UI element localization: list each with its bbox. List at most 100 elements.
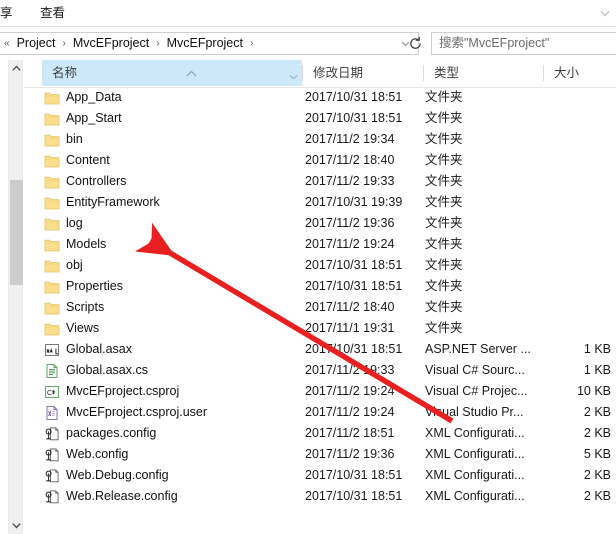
file-name[interactable]: Controllers <box>66 171 126 192</box>
file-type: XML Configurati... <box>425 447 525 461</box>
file-explorer-window: 享 查看 «Project › MvcEFproject › MvcEFproject › <box>0 0 616 534</box>
file-name[interactable]: Global.asax <box>66 339 132 360</box>
table-row[interactable]: packages.config 2017/11/2 18:51 XML Config… <box>24 423 616 444</box>
file-type: 文件夹 <box>425 279 463 293</box>
breadcrumb: «Project › MvcEFproject › MvcEFproject › <box>0 33 258 54</box>
folder-icon <box>44 111 60 127</box>
file-size: 10 KB <box>576 384 611 398</box>
breadcrumb-item-mvcefproject-inner[interactable]: MvcEFproject <box>165 36 245 50</box>
column-header-size-label: 大小 <box>554 66 580 80</box>
chevron-down-icon[interactable] <box>9 517 24 534</box>
file-date-modified: 2017/11/2 18:40 <box>305 300 395 314</box>
folder-icon <box>44 90 60 106</box>
column-header-name[interactable]: 名称 <box>42 60 302 86</box>
address-bar-row: «Project › MvcEFproject › MvcEFproject › 搜索"M… <box>0 28 616 59</box>
file-name[interactable]: MvcEFproject.csproj.user <box>66 402 207 423</box>
table-row[interactable]: Content 2017/11/2 18:40 文件夹 <box>24 150 616 171</box>
folder-icon <box>44 153 60 169</box>
file-type: ASP.NET Server ... <box>425 342 531 356</box>
chevron-down-icon[interactable] <box>598 6 612 20</box>
file-name[interactable]: App_Start <box>66 108 122 129</box>
file-name[interactable]: EntityFramework <box>66 192 160 213</box>
table-row[interactable]: Global.asax 2017/10/31 18:51 ASP.NET Serve… <box>24 339 616 360</box>
table-row[interactable]: C MvcEFproject.csproj 2017/11/2 19:24 Visua… <box>24 381 616 402</box>
xml-config-icon <box>44 426 60 442</box>
file-date-modified: 2017/11/2 19:36 <box>305 216 395 230</box>
file-date-modified: 2017/11/2 19:33 <box>305 174 395 188</box>
file-name[interactable]: log <box>66 213 83 234</box>
file-name[interactable]: Web.config <box>66 444 128 465</box>
file-size: 5 KB <box>583 447 611 461</box>
table-row[interactable]: MvcEFproject.csproj.user 2017/11/2 19:24 V… <box>24 402 616 423</box>
table-row[interactable]: EntityFramework 2017/10/31 19:39 文件夹 <box>24 192 616 213</box>
column-header-date[interactable]: 修改日期 <box>303 60 423 86</box>
table-row[interactable]: obj 2017/10/31 18:51 文件夹 <box>24 255 616 276</box>
search-input[interactable]: 搜索"MvcEFproject" <box>431 32 616 55</box>
aspnet-file-icon <box>44 342 60 358</box>
file-date-modified: 2017/11/1 19:31 <box>305 321 395 335</box>
file-date-modified: 2017/10/31 18:51 <box>305 111 403 125</box>
column-header-type[interactable]: 类型 <box>424 60 544 86</box>
file-name[interactable]: Views <box>66 318 99 339</box>
table-row[interactable]: log 2017/11/2 19:36 文件夹 <box>24 213 616 234</box>
file-date-modified: 2017/11/2 19:24 <box>305 405 395 419</box>
table-row[interactable]: Views 2017/11/1 19:31 文件夹 <box>24 318 616 339</box>
table-row[interactable]: Web.Debug.config 2017/10/31 18:51 XML Conf… <box>24 465 616 486</box>
file-name[interactable]: Web.Debug.config <box>66 465 169 486</box>
ribbon-tab-view[interactable]: 查看 <box>34 3 71 24</box>
file-type: 文件夹 <box>425 195 463 209</box>
table-row[interactable]: Models 2017/11/2 19:24 文件夹 <box>24 234 616 255</box>
file-date-modified: 2017/11/2 18:51 <box>305 426 395 440</box>
table-row[interactable]: Scripts 2017/11/2 18:40 文件夹 <box>24 297 616 318</box>
xml-config-icon <box>44 468 60 484</box>
file-size: 2 KB <box>583 489 611 503</box>
folder-icon <box>44 195 60 211</box>
ribbon-tab-share[interactable]: 享 <box>0 3 19 24</box>
table-row[interactable]: Global.asax.cs 2017/11/2 19:33 Visual C# S… <box>24 360 616 381</box>
svg-text:C: C <box>47 390 52 397</box>
file-date-modified: 2017/10/31 18:51 <box>305 90 403 104</box>
file-name[interactable]: obj <box>66 255 83 276</box>
table-row[interactable]: Controllers 2017/11/2 19:33 文件夹 <box>24 171 616 192</box>
caret-up-icon <box>186 61 197 77</box>
file-name[interactable]: App_Data <box>66 87 122 108</box>
column-header-size[interactable]: 大小 <box>544 60 616 86</box>
file-name[interactable]: packages.config <box>66 423 156 444</box>
table-row[interactable]: App_Data 2017/10/31 18:51 文件夹 <box>24 87 616 108</box>
file-type: 文件夹 <box>425 111 463 125</box>
file-name[interactable]: MvcEFproject.csproj <box>66 381 179 402</box>
file-date-modified: 2017/10/31 18:51 <box>305 468 403 482</box>
chevron-up-icon[interactable] <box>9 60 24 77</box>
file-name[interactable]: Global.asax.cs <box>66 360 148 381</box>
table-row[interactable]: Web.config 2017/11/2 19:36 XML Configurati… <box>24 444 616 465</box>
file-date-modified: 2017/10/31 18:51 <box>305 342 403 356</box>
file-name[interactable]: Scripts <box>66 297 104 318</box>
file-name[interactable]: Content <box>66 150 110 171</box>
address-bar[interactable]: «Project › MvcEFproject › MvcEFproject › <box>0 32 419 55</box>
file-name[interactable]: Models <box>66 234 106 255</box>
chevron-down-icon[interactable] <box>289 69 298 80</box>
file-name[interactable]: bin <box>66 129 83 150</box>
refresh-icon[interactable] <box>404 32 426 55</box>
table-row[interactable]: App_Start 2017/10/31 18:51 文件夹 <box>24 108 616 129</box>
file-date-modified: 2017/11/2 19:36 <box>305 447 395 461</box>
table-row[interactable]: Properties 2017/10/31 18:51 文件夹 <box>24 276 616 297</box>
scrollbar-thumb[interactable] <box>10 180 23 285</box>
breadcrumb-overflow[interactable]: « <box>0 33 15 54</box>
breadcrumb-item-mvcefproject[interactable]: MvcEFproject <box>71 36 151 50</box>
breadcrumb-separator[interactable]: › <box>151 33 164 54</box>
breadcrumb-separator[interactable]: › <box>57 33 70 54</box>
file-date-modified: 2017/10/31 18:51 <box>305 489 403 503</box>
file-type: Visual C# Sourc... <box>425 363 525 377</box>
file-date-modified: 2017/10/31 18:51 <box>305 258 403 272</box>
navigation-pane-scrollbar[interactable] <box>8 60 23 534</box>
file-type: Visual Studio Pr... <box>425 405 524 419</box>
csproj-icon: C <box>44 384 60 400</box>
table-row[interactable]: Web.Release.config 2017/10/31 18:51 XML Co… <box>24 486 616 507</box>
file-date-modified: 2017/11/2 19:24 <box>305 237 395 251</box>
breadcrumb-item-project[interactable]: Project <box>15 36 58 50</box>
file-name[interactable]: Web.Release.config <box>66 486 178 507</box>
table-row[interactable]: bin 2017/11/2 19:34 文件夹 <box>24 129 616 150</box>
file-name[interactable]: Properties <box>66 276 123 297</box>
breadcrumb-separator[interactable]: › <box>245 33 258 54</box>
